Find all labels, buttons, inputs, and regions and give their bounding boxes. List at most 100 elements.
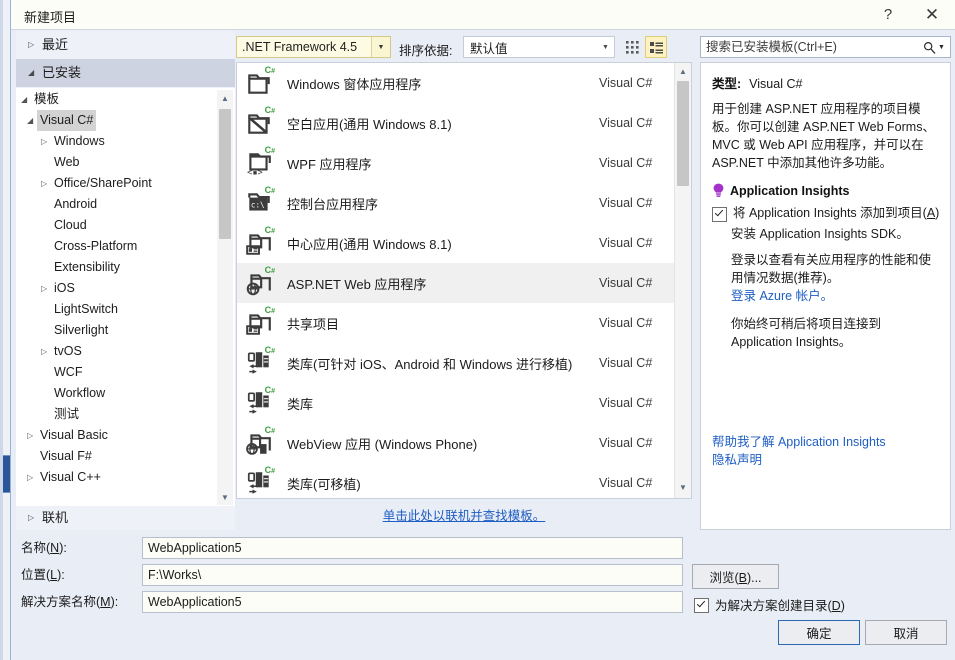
chevron-down-icon[interactable]: ◢	[27, 110, 40, 131]
template-name: 中心应用(通用 Windows 8.1)	[287, 236, 452, 252]
chevron-right-icon[interactable]: ▷	[41, 173, 54, 194]
chevron-right-icon[interactable]: ▷	[41, 341, 54, 362]
template-row[interactable]: C# Windows 窗体应用程序 Visual C#	[237, 63, 691, 103]
scroll-down-icon[interactable]: ▼	[217, 489, 233, 505]
tiles-view-icon[interactable]	[621, 36, 643, 58]
portable-library-icon: C#	[245, 386, 275, 417]
privacy-statement-link[interactable]: 隐私声明	[712, 451, 886, 469]
scroll-up-icon[interactable]: ▲	[675, 63, 691, 80]
tree-node-[interactable]: ◢ 模板	[17, 89, 234, 110]
chevron-right-icon[interactable]: ▷	[27, 425, 40, 446]
tree-node-label: Visual F#	[40, 449, 92, 463]
chevron-right-icon[interactable]: ▷	[41, 278, 54, 299]
scroll-down-icon[interactable]: ▼	[675, 479, 691, 496]
tree-node-visual-basic[interactable]: ▷ Visual Basic	[17, 425, 234, 446]
chevron-right-icon: ▷	[28, 512, 35, 522]
search-templates-box[interactable]: ▼	[700, 36, 951, 58]
sort-by-label: 排序依据:	[399, 44, 453, 58]
find-online-templates-link[interactable]: 单击此处以联机并查找模板。	[383, 505, 546, 524]
solution-name-label: 解决方案名称(M):	[21, 595, 119, 609]
project-name-input[interactable]	[142, 537, 683, 559]
tree-node-label: iOS	[54, 281, 75, 295]
window-left-edge	[3, 0, 10, 660]
tree-node-windows[interactable]: ▷ Windows	[17, 131, 234, 152]
tree-node-[interactable]: 测试	[17, 404, 234, 425]
chevron-right-icon[interactable]: ▷	[27, 467, 40, 488]
svg-text:<▪>: <▪>	[247, 168, 263, 177]
tree-node-visual-c[interactable]: ◢ Visual C#	[17, 110, 234, 131]
ai-sdk-note: 安装 Application Insights SDK。	[731, 227, 909, 241]
help-button[interactable]: ?	[868, 0, 908, 29]
wpf-project-icon: <▪> C#	[247, 145, 275, 178]
tree-node-label: Silverlight	[54, 323, 109, 337]
winforms-project-icon: C#	[245, 66, 275, 97]
tree-node-tvos[interactable]: ▷ tvOS	[17, 341, 234, 362]
template-row[interactable]: C# 共享项目 Visual C#	[237, 303, 691, 343]
sidebar-scrollbar[interactable]: ▲ ▼	[217, 90, 233, 505]
template-row[interactable]: c:\ C# 控制台应用程序 Visual C#	[237, 183, 691, 223]
name-label: 名称(N):	[21, 541, 67, 555]
tree-node-cross-platform[interactable]: Cross-Platform	[17, 236, 234, 257]
tree-node-silverlight[interactable]: Silverlight	[17, 320, 234, 341]
sidebar-item-installed[interactable]: ◢ 已安装	[16, 59, 235, 87]
templates-scroll-thumb[interactable]	[677, 81, 689, 186]
template-name: 空白应用(通用 Windows 8.1)	[287, 116, 452, 132]
create-directory-checkbox[interactable]	[694, 598, 709, 613]
templates-scrollbar[interactable]: ▲ ▼	[674, 63, 691, 498]
template-row[interactable]: C# 类库(可移植) Visual C#	[237, 463, 691, 498]
search-input[interactable]	[701, 39, 918, 55]
tree-node-extensibility[interactable]: Extensibility	[17, 257, 234, 278]
tree-node-android[interactable]: Android	[17, 194, 234, 215]
cancel-button[interactable]: 取消	[865, 620, 947, 645]
title-bar: 新建项目 ? ✕	[11, 0, 955, 30]
tree-node-cloud[interactable]: Cloud	[17, 215, 234, 236]
template-row[interactable]: C# 类库 Visual C#	[237, 383, 691, 423]
template-type-line: 类型: Visual C#	[712, 73, 941, 92]
sort-by-select[interactable]: 默认值 ▼	[463, 36, 615, 58]
framework-version-select[interactable]: .NET Framework 4.5 ▼	[236, 36, 391, 58]
list-view-icon[interactable]	[645, 36, 667, 58]
create-directory-row[interactable]: 为解决方案创建目录(D)	[694, 595, 845, 614]
chevron-down-icon[interactable]: ◢	[21, 89, 34, 110]
templates-toolbar: .NET Framework 4.5 ▼ 排序依据: 默认值 ▼	[236, 33, 691, 61]
tree-node-visual-f[interactable]: Visual F#	[17, 446, 234, 467]
template-row[interactable]: C# 空白应用(通用 Windows 8.1) Visual C#	[237, 103, 691, 143]
search-icon[interactable]: ▼	[918, 37, 950, 57]
tree-node-wcf[interactable]: WCF	[17, 362, 234, 383]
tree-node-ios[interactable]: ▷ iOS	[17, 278, 234, 299]
close-button[interactable]: ✕	[912, 0, 952, 29]
template-row[interactable]: C# WebView 应用 (Windows Phone) Visual C#	[237, 423, 691, 463]
tree-node-label: LightSwitch	[54, 302, 118, 316]
template-row[interactable]: C# ASP.NET Web 应用程序 Visual C#	[237, 263, 691, 303]
sidebar-scroll-thumb[interactable]	[219, 109, 231, 239]
tree-node-visual-c[interactable]: ▷ Visual C++	[17, 467, 234, 488]
tree-node-office-sharepoint[interactable]: ▷ Office/SharePoint	[17, 173, 234, 194]
template-row[interactable]: C# 类库(可针对 iOS、Android 和 Windows 进行移植) Visu…	[237, 343, 691, 383]
template-name: 控制台应用程序	[287, 196, 379, 212]
project-location-input[interactable]	[142, 564, 683, 586]
add-application-insights-checkbox[interactable]	[712, 207, 727, 222]
template-row[interactable]: C# 中心应用(通用 Windows 8.1) Visual C#	[237, 223, 691, 263]
window-frame-line	[10, 0, 11, 660]
tree-node-workflow[interactable]: Workflow	[17, 383, 234, 404]
sidebar-item-online[interactable]: ▷ 联机	[16, 506, 235, 530]
tree-node-lightswitch[interactable]: LightSwitch	[17, 299, 234, 320]
solution-name-input[interactable]	[142, 591, 683, 613]
sidebar-item-recent[interactable]: ▷ 最近	[16, 31, 235, 59]
installed-templates-tree: ◢ 模板 ◢ Visual C# ▷ Windows Web ▷ Office/SharePoi…	[16, 88, 235, 506]
console-project-icon: c:\ C#	[248, 185, 275, 211]
template-row[interactable]: <▪> C# WPF 应用程序 Visual C#	[237, 143, 691, 183]
tree-node-list: ◢ 模板 ◢ Visual C# ▷ Windows Web ▷ Office/SharePoi…	[17, 89, 234, 488]
scroll-up-icon[interactable]: ▲	[217, 90, 233, 107]
tree-node-web[interactable]: Web	[17, 152, 234, 173]
template-info-panel: 类型: Visual C# 用于创建 ASP.NET 应用程序的项目模板。你可以创…	[700, 62, 951, 530]
tree-node-label: Visual C#	[37, 110, 97, 131]
chevron-right-icon[interactable]: ▷	[41, 131, 54, 152]
help-application-insights-link[interactable]: 帮助我了解 Application Insights	[712, 433, 886, 451]
portable-library-icon: C#	[245, 346, 275, 377]
signin-azure-link[interactable]: 登录 Azure 帐户。	[731, 289, 833, 303]
browse-button[interactable]: 浏览(B)...	[692, 564, 779, 589]
add-application-insights-row[interactable]: 将 Application Insights 添加到项目(A)	[712, 205, 941, 222]
templates-rows: C# Windows 窗体应用程序 Visual C# C# 空白应用(通用 Windo…	[237, 63, 691, 498]
ok-button[interactable]: 确定	[778, 620, 860, 645]
